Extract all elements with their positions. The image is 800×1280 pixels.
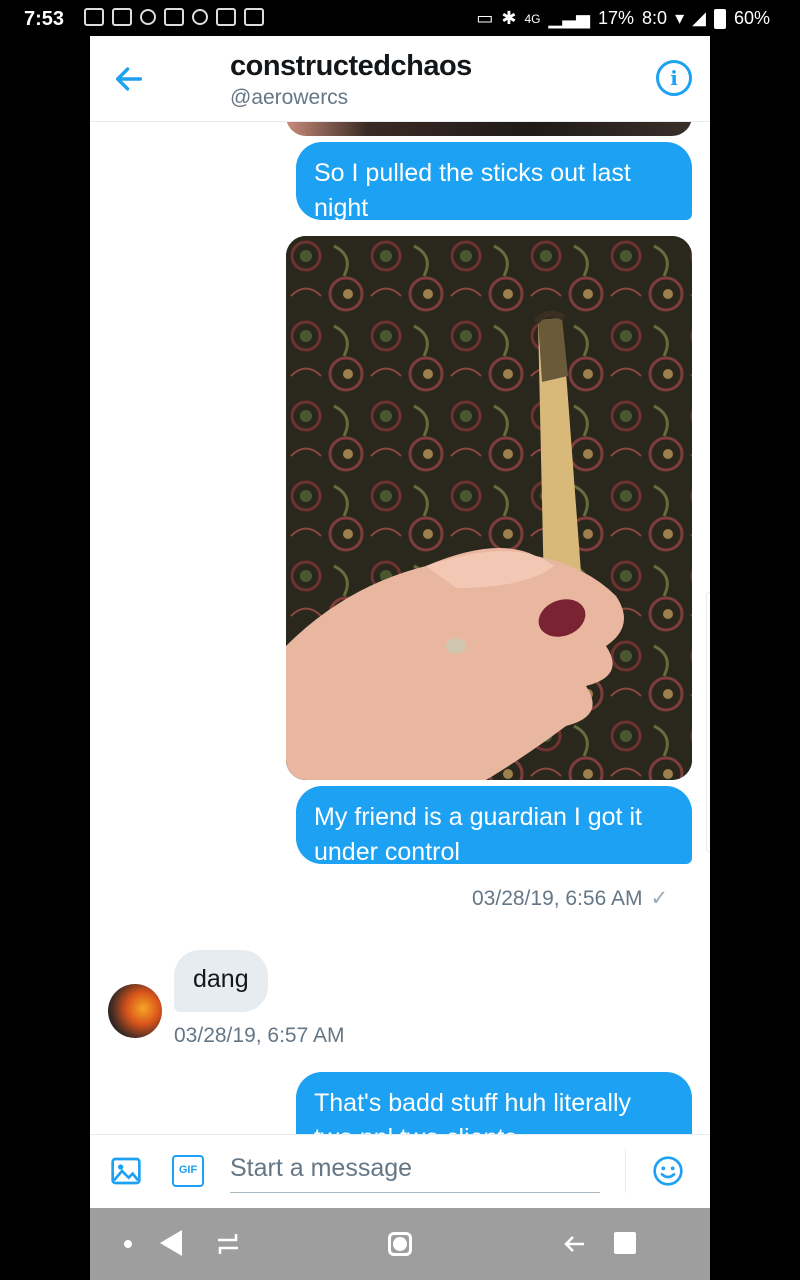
back-triangle-icon[interactable]	[160, 1230, 182, 1256]
message-bubble-outgoing[interactable]: My friend is a guardian I got it under c…	[296, 786, 692, 866]
message-timestamp: 03/28/19, 6:56 AM ✓	[472, 886, 668, 911]
recents-icon[interactable]	[614, 1232, 636, 1254]
gif-button[interactable]: GIF	[172, 1155, 204, 1187]
cast-icon: ▭	[476, 8, 494, 28]
dm-screen: constructedchaos @aerowercs i So I pulle…	[90, 36, 710, 1208]
message-list[interactable]: So I pulled the sticks out last night My…	[90, 122, 710, 1134]
hand-holding-stick-photo	[286, 236, 692, 780]
message-bubble-incoming[interactable]: dang	[174, 950, 268, 1012]
moon-icon	[192, 9, 208, 25]
message-timestamp: 03/28/19, 6:57 AM	[174, 1024, 345, 1047]
previous-photo-edge[interactable]	[286, 122, 692, 136]
cell-signal-icon: ◢	[692, 8, 706, 28]
back-arrow-icon[interactable]	[560, 1230, 588, 1258]
camera-notification-icon	[164, 8, 184, 26]
message-notification-icon	[112, 8, 132, 26]
message-text: That's badd stuff huh literally two ppl …	[314, 1089, 631, 1134]
avatar[interactable]	[108, 984, 162, 1038]
arrow-left-icon[interactable]	[112, 62, 146, 96]
battery-small-label: 17%	[598, 8, 635, 28]
conversation-header: constructedchaos @aerowercs i	[90, 36, 710, 122]
image-icon[interactable]	[110, 1155, 142, 1187]
signal-icon: ▁▃▅	[548, 8, 591, 28]
composer-divider	[625, 1149, 626, 1193]
status-bar: 7:53 ▭ ✱ 4G ▁▃▅ 17% 8:0 ▾ ◢ 60%	[0, 0, 800, 36]
photo-message[interactable]	[286, 236, 692, 780]
wifi-icon: ▾	[675, 8, 685, 28]
battery-icon	[713, 8, 726, 29]
clock: 7:53	[24, 8, 65, 30]
message-text: My friend is a guardian I got it under c…	[314, 803, 642, 866]
home-icon[interactable]	[388, 1232, 412, 1256]
message-text: dang	[193, 965, 249, 993]
battery-label: 60%	[733, 8, 770, 28]
bluetooth-icon: ✱	[501, 8, 517, 28]
network-type-label: 4G	[524, 11, 541, 26]
message-composer: GIF	[90, 1134, 710, 1208]
conversation-handle[interactable]: @aerowercs	[230, 86, 348, 110]
nav-dot-icon	[124, 1240, 132, 1248]
emoji-icon[interactable]	[652, 1155, 684, 1187]
scrollbar[interactable]	[706, 592, 710, 852]
info-icon[interactable]: i	[656, 60, 692, 96]
data-rate-label: 8:0	[642, 8, 668, 28]
message-bubble-outgoing[interactable]: So I pulled the sticks out last night	[296, 142, 692, 222]
system-navigation-bar	[90, 1208, 710, 1280]
image-notification-icon	[84, 8, 104, 26]
message-input[interactable]	[230, 1145, 600, 1193]
timestamp-text: 03/28/19, 6:56 AM	[472, 887, 643, 910]
lock-icon	[216, 8, 236, 26]
conversation-title[interactable]: constructedchaos	[230, 50, 472, 83]
switch-apps-icon[interactable]	[214, 1230, 242, 1258]
check-icon: ✓	[650, 887, 669, 910]
voicemail-icon	[140, 9, 156, 25]
shield-icon	[244, 8, 264, 26]
system-indicators: ▭ ✱ 4G ▁▃▅ 17% 8:0 ▾ ◢ 60%	[476, 8, 770, 29]
notification-icons	[84, 8, 264, 26]
message-bubble-outgoing[interactable]: That's badd stuff huh literally two ppl …	[296, 1072, 692, 1134]
message-text: So I pulled the sticks out last night	[314, 159, 631, 222]
